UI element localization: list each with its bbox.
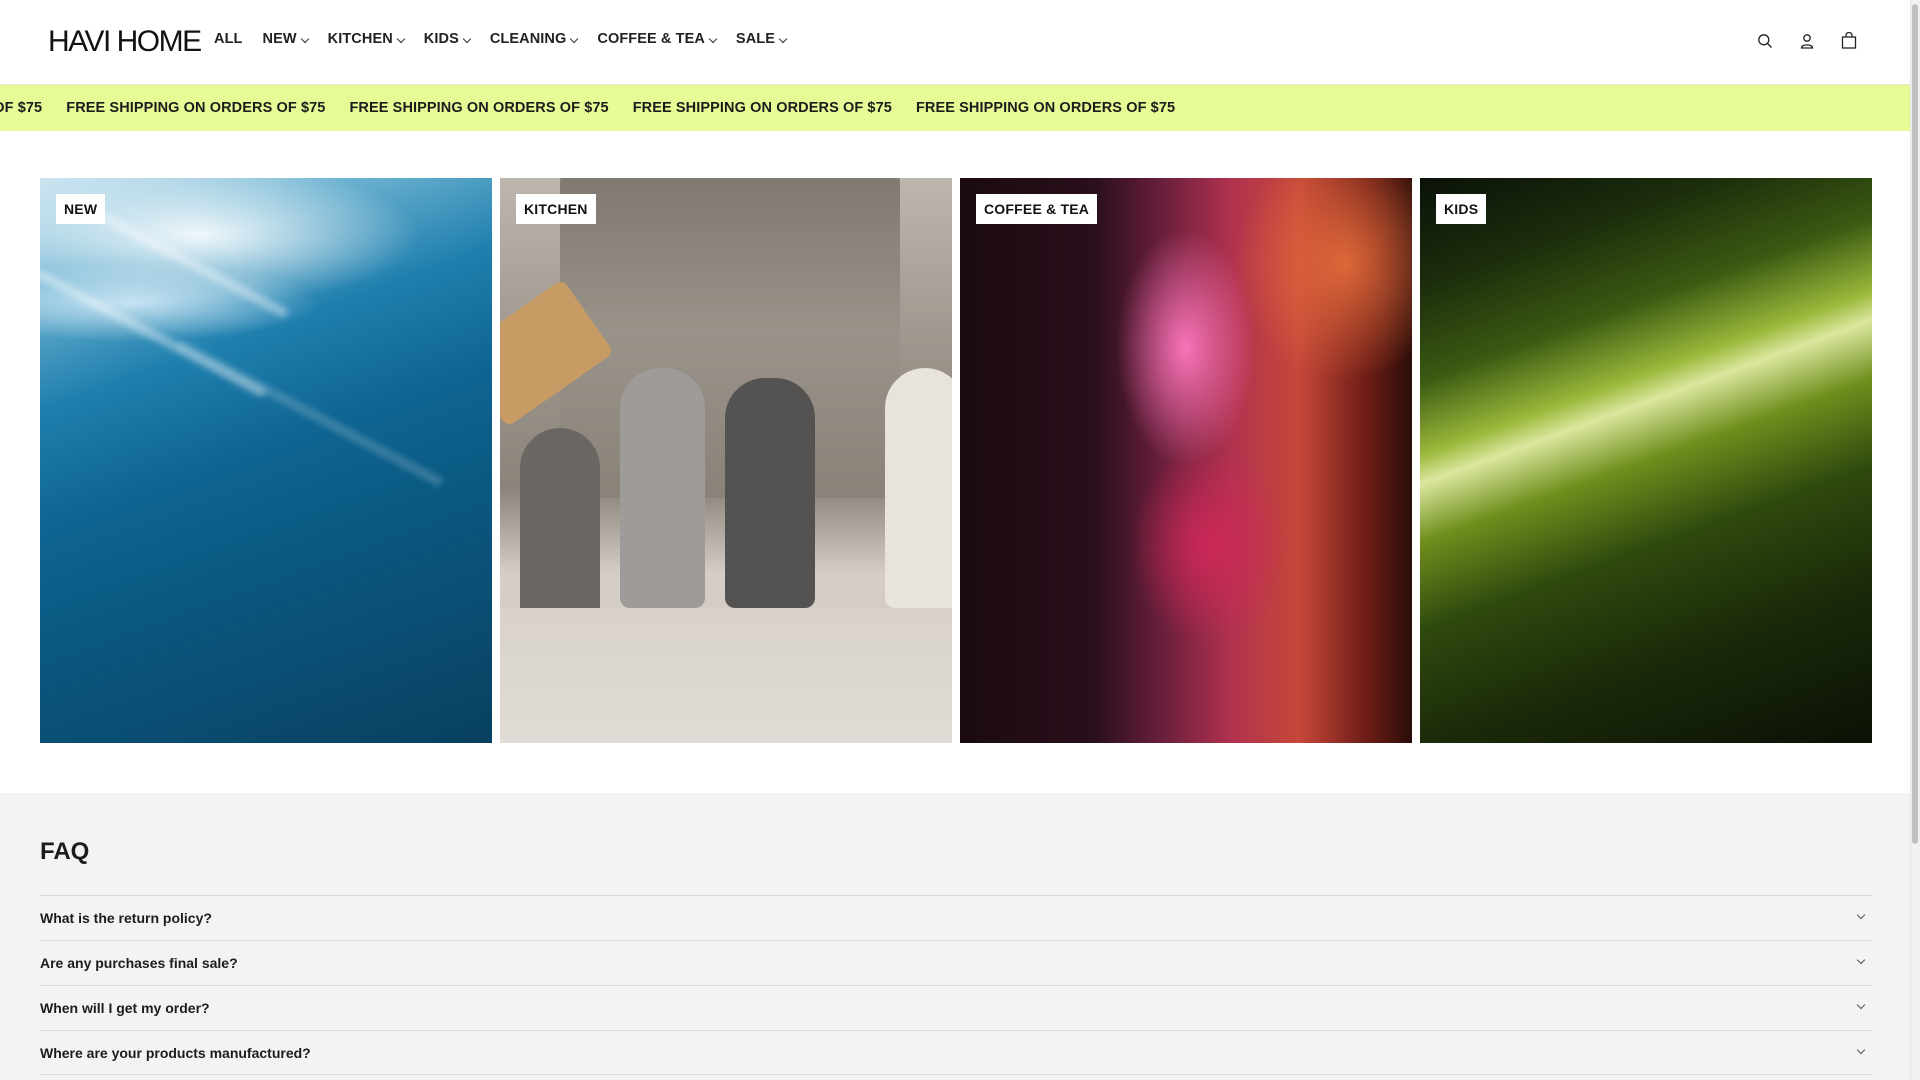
sponge-image bbox=[885, 368, 952, 608]
header-icons bbox=[1734, 30, 1860, 52]
collection-label: NEW bbox=[56, 194, 106, 224]
account-button[interactable] bbox=[1796, 30, 1818, 52]
image-detail bbox=[90, 206, 290, 320]
announcement-text: FREE SHIPPING ON ORDERS OF $75 bbox=[349, 100, 609, 116]
chevron-down-icon bbox=[1856, 955, 1866, 965]
collection-tile-coffee-tea[interactable]: COFFEE & TEA bbox=[960, 178, 1412, 743]
search-icon bbox=[1758, 34, 1772, 48]
collection-tile-new[interactable]: NEW bbox=[40, 178, 492, 743]
nav-item-kitchen[interactable]: KITCHEN bbox=[327, 31, 406, 47]
page: HAVI HOME ALL NEW KITCHEN KIDS CLEANING … bbox=[0, 0, 1910, 1080]
faq-question: What is the return policy? bbox=[40, 910, 212, 926]
counter-image bbox=[500, 608, 952, 743]
collection-collage: NEW KITCHEN COFFEE & TEA KIDS bbox=[40, 178, 1872, 743]
nav-item-sale[interactable]: SALE bbox=[735, 31, 788, 47]
cart-button[interactable] bbox=[1838, 30, 1860, 52]
sponge-image bbox=[620, 368, 705, 608]
collection-tile-kitchen[interactable]: KITCHEN bbox=[500, 178, 952, 743]
nav-item-cleaning[interactable]: CLEANING bbox=[489, 31, 579, 47]
nav-item-label: ALL bbox=[214, 31, 243, 47]
faq-item[interactable]: What is the return policy? bbox=[40, 895, 1872, 940]
faq-item[interactable]: When will I get my order? bbox=[40, 985, 1872, 1030]
sponge-image bbox=[725, 378, 815, 608]
collection-label: COFFEE & TEA bbox=[976, 194, 1098, 224]
faq-item[interactable]: Where are your products manufactured? bbox=[40, 1030, 1872, 1075]
nav-item-label: COFFEE & TEA bbox=[597, 31, 705, 47]
chevron-down-icon bbox=[708, 34, 718, 43]
chevron-down-icon bbox=[396, 34, 406, 43]
faq-question: Are any purchases final sale? bbox=[40, 955, 238, 971]
faq-item[interactable]: Are any purchases final sale? bbox=[40, 940, 1872, 985]
nav-item-coffee-tea[interactable]: COFFEE & TEA bbox=[597, 31, 718, 47]
faq-title: FAQ bbox=[40, 838, 90, 865]
collection-label: KIDS bbox=[1436, 194, 1487, 224]
image-detail bbox=[175, 338, 445, 488]
announcement-text: FREE SHIPPING ON ORDERS OF $75 bbox=[915, 100, 1176, 116]
nav-item-label: CLEANING bbox=[489, 31, 567, 47]
search-button[interactable] bbox=[1754, 30, 1776, 52]
chevron-down-icon bbox=[300, 34, 309, 43]
main-nav: ALL NEW KITCHEN KIDS CLEANING COFFEE & T… bbox=[214, 31, 806, 47]
faq-section: FAQ What is the return policy? Are any p… bbox=[0, 793, 1910, 1080]
faq-question: When will I get my order? bbox=[40, 1000, 210, 1016]
chevron-down-icon bbox=[570, 34, 579, 43]
nav-item-kids[interactable]: KIDS bbox=[423, 31, 472, 47]
chevron-down-icon bbox=[462, 34, 472, 43]
cart-icon bbox=[1841, 32, 1857, 49]
nav-item-new[interactable]: NEW bbox=[262, 31, 309, 47]
announcement-marquee: FREE SHIPPING ON ORDERS OF $75 FREE SHIP… bbox=[0, 85, 1199, 131]
announcement-bar: FREE SHIPPING ON ORDERS OF $75 FREE SHIP… bbox=[0, 84, 1910, 131]
announcement-text: FREE SHIPPING ON ORDERS OF $75 bbox=[632, 100, 892, 116]
chevron-down-icon bbox=[1856, 1045, 1866, 1055]
site-header: HAVI HOME ALL NEW KITCHEN KIDS CLEANING … bbox=[0, 0, 1910, 84]
announcement-text: FREE SHIPPING ON ORDERS OF $75 bbox=[66, 100, 326, 116]
chevron-down-icon bbox=[778, 34, 788, 43]
site-logo[interactable]: HAVI HOME bbox=[48, 24, 202, 60]
nav-item-label: SALE bbox=[735, 31, 775, 47]
account-icon bbox=[1800, 34, 1814, 49]
nav-item-all[interactable]: ALL bbox=[214, 31, 243, 47]
nav-item-label: KITCHEN bbox=[327, 31, 393, 47]
faq-question: Where are your products manufactured? bbox=[40, 1044, 311, 1061]
page-scrollbar[interactable] bbox=[1910, 0, 1920, 1080]
scrollbar-thumb[interactable] bbox=[1912, 4, 1918, 844]
nav-item-label: NEW bbox=[262, 31, 297, 47]
nav-item-label: KIDS bbox=[423, 31, 459, 47]
faq-list: What is the return policy? Are any purch… bbox=[40, 895, 1872, 1075]
chevron-down-icon bbox=[1856, 1000, 1866, 1010]
chevron-down-icon bbox=[1856, 910, 1866, 920]
announcement-text: FREE SHIPPING ON ORDERS OF $75 bbox=[0, 100, 43, 116]
collection-label: KITCHEN bbox=[516, 194, 596, 224]
collection-tile-kids[interactable]: KIDS bbox=[1420, 178, 1872, 743]
